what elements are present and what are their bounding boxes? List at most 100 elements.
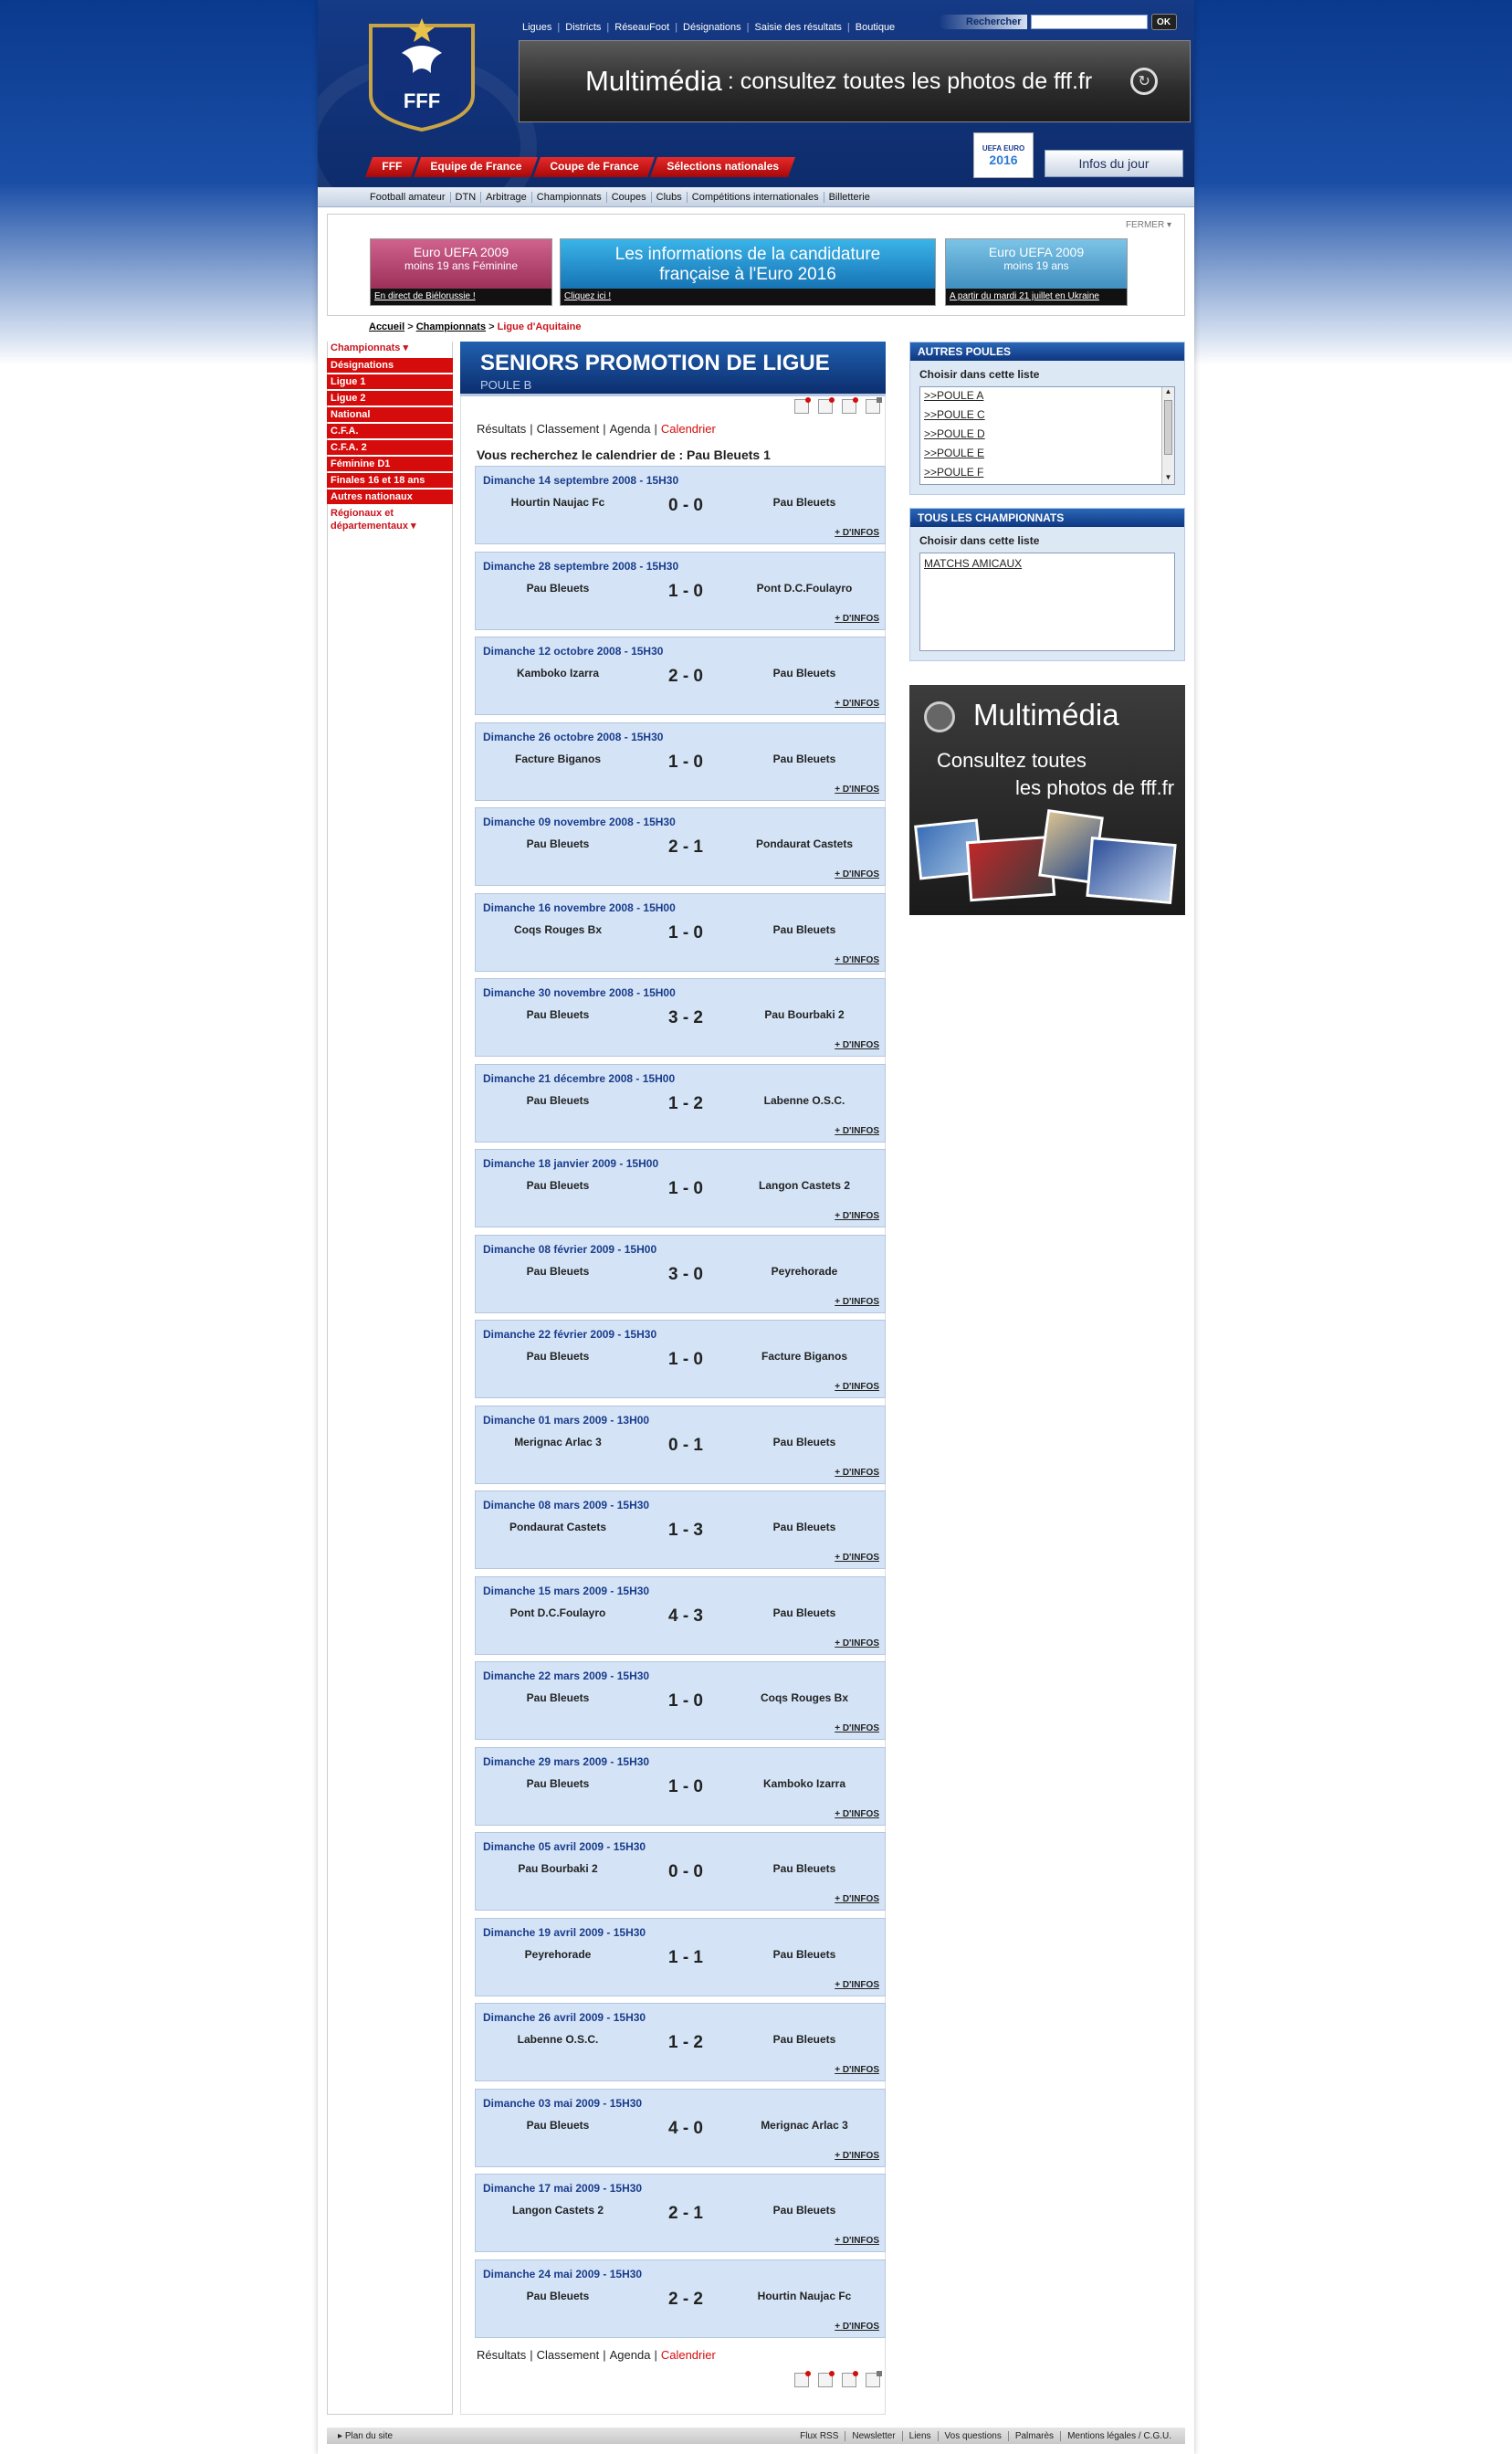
sub-nav-item[interactable]: Arbitrage: [480, 191, 531, 203]
promo-euro-u19-feminine[interactable]: Euro UEFA 2009 moins 19 ans Féminine En …: [370, 238, 552, 306]
more-info-link[interactable]: + D'INFOS: [835, 699, 879, 709]
top-link[interactable]: Ligues: [517, 22, 557, 37]
more-info-link[interactable]: + D'INFOS: [835, 1553, 879, 1563]
promo-link[interactable]: Cliquez ici !: [561, 289, 935, 305]
more-info-link[interactable]: + D'INFOS: [835, 2236, 879, 2246]
close-promo-button[interactable]: FERMER ▾: [1126, 220, 1171, 230]
print-icon[interactable]: [866, 2371, 882, 2387]
poule-option[interactable]: >>POULE E: [920, 445, 1174, 464]
sub-nav-item[interactable]: Football amateur: [365, 192, 450, 203]
left-menu-item[interactable]: Féminine D1: [327, 457, 453, 471]
breadcrumb-section[interactable]: Championnats: [416, 321, 486, 332]
promo-euro-2016[interactable]: Les informations de la candidature franç…: [560, 238, 936, 306]
more-info-link[interactable]: + D'INFOS: [835, 2151, 879, 2161]
more-info-link[interactable]: + D'INFOS: [835, 1126, 879, 1136]
search-ok-button[interactable]: OK: [1150, 14, 1177, 30]
sub-nav-item[interactable]: Championnats: [530, 191, 606, 203]
footer-plan-du-site[interactable]: ▸ Plan du site: [327, 2431, 393, 2441]
print-icon[interactable]: [866, 397, 882, 414]
search-input[interactable]: [1030, 15, 1148, 29]
footer-link[interactable]: Newsletter: [845, 2430, 901, 2441]
championnats-listbox[interactable]: MATCHS AMICAUX: [919, 553, 1175, 651]
multimedia-banner[interactable]: Multimédia : consultez toutes les photos…: [519, 40, 1191, 122]
tab-0[interactable]: Résultats: [477, 422, 526, 436]
infos-du-jour-button[interactable]: Infos du jour: [1045, 150, 1183, 177]
more-info-link[interactable]: + D'INFOS: [835, 785, 879, 795]
main-nav-tab[interactable]: Coupe de France: [533, 157, 656, 177]
footer-link[interactable]: Vos questions: [937, 2430, 1008, 2441]
more-info-link[interactable]: + D'INFOS: [835, 1297, 879, 1307]
left-menu-item[interactable]: C.F.A. 2: [327, 440, 453, 455]
footer-link[interactable]: Palmarès: [1007, 2430, 1060, 2441]
more-info-link[interactable]: + D'INFOS: [835, 1468, 879, 1478]
more-info-link[interactable]: + D'INFOS: [835, 528, 879, 538]
export-icon[interactable]: [842, 397, 858, 414]
tab-0[interactable]: Résultats: [477, 2348, 526, 2362]
left-menu-item[interactable]: National: [327, 407, 453, 422]
more-info-link[interactable]: + D'INFOS: [835, 2065, 879, 2075]
sub-nav-item[interactable]: Billetterie: [823, 191, 875, 203]
more-info-link[interactable]: + D'INFOS: [835, 1382, 879, 1392]
sub-nav-item[interactable]: Coupes: [605, 191, 651, 203]
championnat-option[interactable]: MATCHS AMICAUX: [920, 553, 1174, 574]
main-nav-tab[interactable]: Sélections nationales: [650, 157, 796, 177]
top-link[interactable]: RéseauFoot: [609, 22, 675, 37]
left-menu-regionaux[interactable]: Régionaux et départementaux ▾: [327, 504, 453, 535]
tab-3[interactable]: Calendrier: [661, 2348, 716, 2362]
more-info-link[interactable]: + D'INFOS: [835, 1723, 879, 1733]
more-info-link[interactable]: + D'INFOS: [835, 869, 879, 879]
tab-3[interactable]: Calendrier: [661, 422, 716, 436]
export-icon[interactable]: [842, 2371, 858, 2387]
more-info-link[interactable]: + D'INFOS: [835, 955, 879, 965]
poules-listbox[interactable]: >>POULE A >>POULE C >>POULE D >>POULE E >>PO…: [919, 386, 1175, 485]
more-info-link[interactable]: + D'INFOS: [835, 1894, 879, 1904]
scrollbar[interactable]: ▲ ▼: [1161, 387, 1174, 484]
promo-euro-u19[interactable]: Euro UEFA 2009 moins 19 ans A partir du …: [945, 238, 1128, 306]
top-link[interactable]: Désignations: [677, 22, 747, 37]
main-nav-tab[interactable]: FFF: [364, 157, 419, 177]
more-info-link[interactable]: + D'INFOS: [835, 1211, 879, 1221]
poule-option[interactable]: >>POULE F: [920, 464, 1174, 483]
tab-1[interactable]: Classement: [537, 2348, 600, 2362]
left-menu-item[interactable]: Désignations: [327, 358, 453, 373]
footer-link[interactable]: Mentions légales / C.G.U.: [1060, 2430, 1178, 2441]
footer-link[interactable]: Liens: [901, 2430, 938, 2441]
poule-option[interactable]: >>POULE C: [920, 406, 1174, 426]
scroll-down-icon[interactable]: ▼: [1162, 473, 1174, 484]
share-icon[interactable]: [794, 397, 811, 414]
footer-link[interactable]: Flux RSS: [793, 2431, 845, 2441]
scroll-up-icon[interactable]: ▲: [1162, 387, 1174, 398]
poule-option[interactable]: >>POULE A: [920, 387, 1174, 406]
more-info-link[interactable]: + D'INFOS: [835, 1980, 879, 1990]
tab-2[interactable]: Agenda: [610, 2348, 651, 2362]
euro-2016-logo[interactable]: UEFA EURO 2016: [973, 132, 1034, 178]
left-menu-item[interactable]: Finales 16 et 18 ans: [327, 473, 453, 488]
poule-option[interactable]: >>POULE D: [920, 426, 1174, 445]
promo-link[interactable]: A partir du mardi 21 juillet en Ukraine: [946, 289, 1127, 305]
sub-nav-item[interactable]: Clubs: [650, 191, 687, 203]
share-icon[interactable]: [794, 2371, 811, 2387]
tab-1[interactable]: Classement: [537, 422, 600, 436]
tab-2[interactable]: Agenda: [610, 422, 651, 436]
more-info-link[interactable]: + D'INFOS: [835, 2322, 879, 2332]
more-info-link[interactable]: + D'INFOS: [835, 1040, 879, 1050]
left-menu-item[interactable]: Ligue 2: [327, 391, 453, 405]
left-menu-item[interactable]: C.F.A.: [327, 424, 453, 438]
left-menu-head[interactable]: Championnats ▾: [327, 342, 453, 356]
multimedia-side-banner[interactable]: Multimédia Consultez toutes les photos d…: [909, 685, 1185, 915]
email-icon[interactable]: [818, 2371, 835, 2387]
top-link[interactable]: Boutique: [850, 22, 900, 37]
top-link[interactable]: Saisie des résultats: [750, 22, 847, 37]
sub-nav-item[interactable]: Compétitions internationales: [686, 191, 824, 203]
left-menu-item[interactable]: Ligue 1: [327, 374, 453, 389]
sub-nav-item[interactable]: DTN: [449, 191, 481, 203]
left-menu-item[interactable]: Autres nationaux: [327, 490, 453, 504]
more-info-link[interactable]: + D'INFOS: [835, 1638, 879, 1648]
top-link[interactable]: Districts: [560, 22, 606, 37]
promo-link[interactable]: En direct de Biélorussie !: [371, 289, 551, 305]
main-nav-tab[interactable]: Equipe de France: [413, 157, 539, 177]
email-icon[interactable]: [818, 397, 835, 414]
more-info-link[interactable]: + D'INFOS: [835, 614, 879, 624]
more-info-link[interactable]: + D'INFOS: [835, 1809, 879, 1819]
scroll-thumb[interactable]: [1164, 400, 1172, 455]
